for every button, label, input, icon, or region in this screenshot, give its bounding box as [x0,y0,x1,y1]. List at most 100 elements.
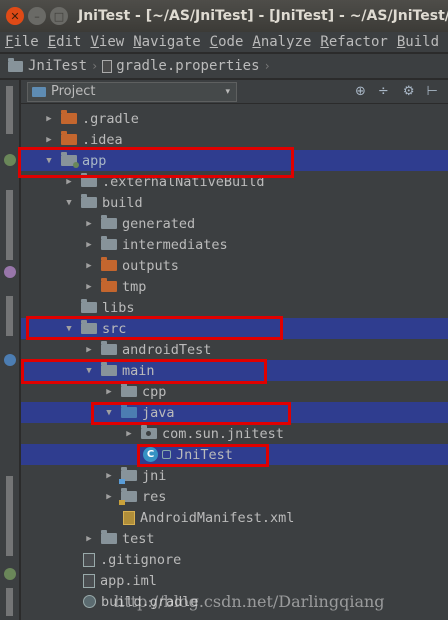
collapse-all-icon[interactable]: ÷ [378,84,389,99]
menu-view[interactable]: View [90,34,124,50]
build-variants-tool-tab[interactable] [6,588,13,616]
tree-item-tmp[interactable]: ▶ tmp [21,276,448,297]
tree-item-manifest[interactable]: AndroidManifest.xml [21,507,448,528]
tree-item-java[interactable]: ▼ java [21,402,448,423]
tree-item-package[interactable]: ▶ com.sun.jnitest [21,423,448,444]
tree-item-idea[interactable]: ▶ .idea [21,129,448,150]
file-icon [83,552,95,567]
project-view-selector-label: Project [51,84,96,99]
tree-item-jni[interactable]: ▶ jni [21,465,448,486]
chevron-right-icon[interactable]: ▶ [83,261,95,271]
menu-file[interactable]: File [5,34,39,50]
tree-item-libs[interactable]: libs [21,297,448,318]
tree-item-label: cpp [142,383,167,400]
window-title-bar: ✕ – □ JniTest - [~/AS/JniTest] - [JniTes… [0,0,448,32]
tree-item-androidtest[interactable]: ▶ androidTest [21,339,448,360]
tree-item-build[interactable]: ▼ build [21,192,448,213]
chevron-right-icon[interactable]: ▶ [43,135,55,145]
android-icon[interactable] [4,154,16,166]
menu-code[interactable]: Code [210,34,244,50]
tree-item-res[interactable]: ▶ res [21,486,448,507]
folder-icon [101,341,117,355]
project-tool-tab[interactable] [6,86,13,134]
tree-item-gitignore[interactable]: .gitignore [21,549,448,570]
captures-tool-tab[interactable] [6,296,13,336]
chevron-right-icon[interactable]: ▶ [83,282,95,292]
tree-item-label: src [102,320,127,337]
breadcrumb-project[interactable]: JniTest › [8,57,102,74]
chevron-down-icon[interactable]: ▼ [43,156,55,166]
chevron-right-icon[interactable]: ▶ [43,114,55,124]
chevron-right-icon[interactable]: ▶ [103,492,115,502]
tree-item-generated[interactable]: ▶ generated [21,213,448,234]
tree-item-label: test [122,530,155,547]
chevron-down-icon[interactable]: ▼ [63,198,75,208]
gradle-icon [83,595,96,608]
tree-item-jnitest-class[interactable]: C JniTest [21,444,448,465]
tree-item-label: app.iml [100,572,157,589]
left-tool-window-strip [0,80,20,620]
chevron-right-icon[interactable]: ▶ [103,471,115,481]
window-title: JniTest - [~/AS/JniTest] - [JniTest] - ~… [78,8,448,24]
hide-panel-icon[interactable]: ⊢ [426,84,437,99]
menu-build[interactable]: Build [397,34,439,50]
tree-item-label: build [102,194,143,211]
favorites-tool-tab[interactable] [6,476,13,556]
chevron-down-icon[interactable]: ▼ [63,324,75,334]
tree-item-label: androidTest [122,341,212,358]
tree-item-test[interactable]: ▶ test [21,528,448,549]
menu-edit[interactable]: Edit [48,34,82,50]
folder-orange-icon [61,131,77,145]
folder-icon [81,173,97,187]
tree-item-label: libs [102,299,135,316]
chevron-right-icon[interactable]: ▶ [63,177,75,187]
android-icon[interactable] [4,568,16,580]
tree-item-intermediates[interactable]: ▶ intermediates [21,234,448,255]
tree-item-label: jni [142,467,167,484]
project-view-selector[interactable]: Project ▾ [27,81,237,102]
chevron-right-icon[interactable]: ▶ [83,219,95,229]
tree-item-label: java [142,404,175,421]
chevron-down-icon[interactable]: ▼ [83,366,95,376]
chevron-right-icon[interactable]: ▶ [83,240,95,250]
chevron-right-icon[interactable]: ▶ [83,534,95,544]
maximize-window-button[interactable]: □ [50,7,68,25]
chevron-right-icon[interactable]: ▶ [83,345,95,355]
structure-tool-tab[interactable] [6,190,13,260]
tree-item-app[interactable]: ▼ app [21,150,448,171]
folder-icon [81,320,97,334]
menu-analyze[interactable]: Analyze [252,34,311,50]
package-icon [141,425,157,439]
tree-item-main[interactable]: ▼ main [21,360,448,381]
build-variants-icon[interactable] [4,354,16,366]
file-icon [102,59,113,73]
captures-icon[interactable] [4,266,16,278]
project-tool-window: Project ▾ ⊕ ÷ ⚙ ⊢ ▶ .gradle ▶ .idea ▼ ap… [21,80,448,620]
tree-item-label: intermediates [122,236,228,253]
file-icon [83,573,95,588]
breadcrumb-file[interactable]: gradle.properties › [102,58,275,74]
tree-item-outputs[interactable]: ▶ outputs [21,255,448,276]
tree-item-app-iml[interactable]: app.iml [21,570,448,591]
close-window-button[interactable]: ✕ [6,7,24,25]
minimize-window-button[interactable]: – [28,7,46,25]
tree-item-externalnativebuild[interactable]: ▶ .externalNativeBuild [21,171,448,192]
chevron-right-icon[interactable]: ▶ [123,429,135,439]
watermark: http://blog.csdn.net/Darlingqiang [114,592,385,611]
tree-item-src[interactable]: ▼ src [21,318,448,339]
tree-item-label: JniTest [176,446,233,463]
tree-item-cpp[interactable]: ▶ cpp [21,381,448,402]
folder-icon [101,215,117,229]
tree-item-gradle[interactable]: ▶ .gradle [21,108,448,129]
tree-item-label: generated [122,215,196,232]
scroll-from-source-icon[interactable]: ⊕ [355,84,366,99]
chevron-right-icon[interactable]: ▶ [103,387,115,397]
gear-icon[interactable]: ⚙ [403,84,415,99]
class-icon: C [143,447,158,462]
menu-refactor[interactable]: Refactor [320,34,387,50]
menu-navigate[interactable]: Navigate [133,34,200,50]
tree-item-label: .externalNativeBuild [102,173,265,190]
folder-icon [8,57,23,72]
chevron-down-icon[interactable]: ▼ [103,408,115,418]
lock-icon [162,450,171,459]
